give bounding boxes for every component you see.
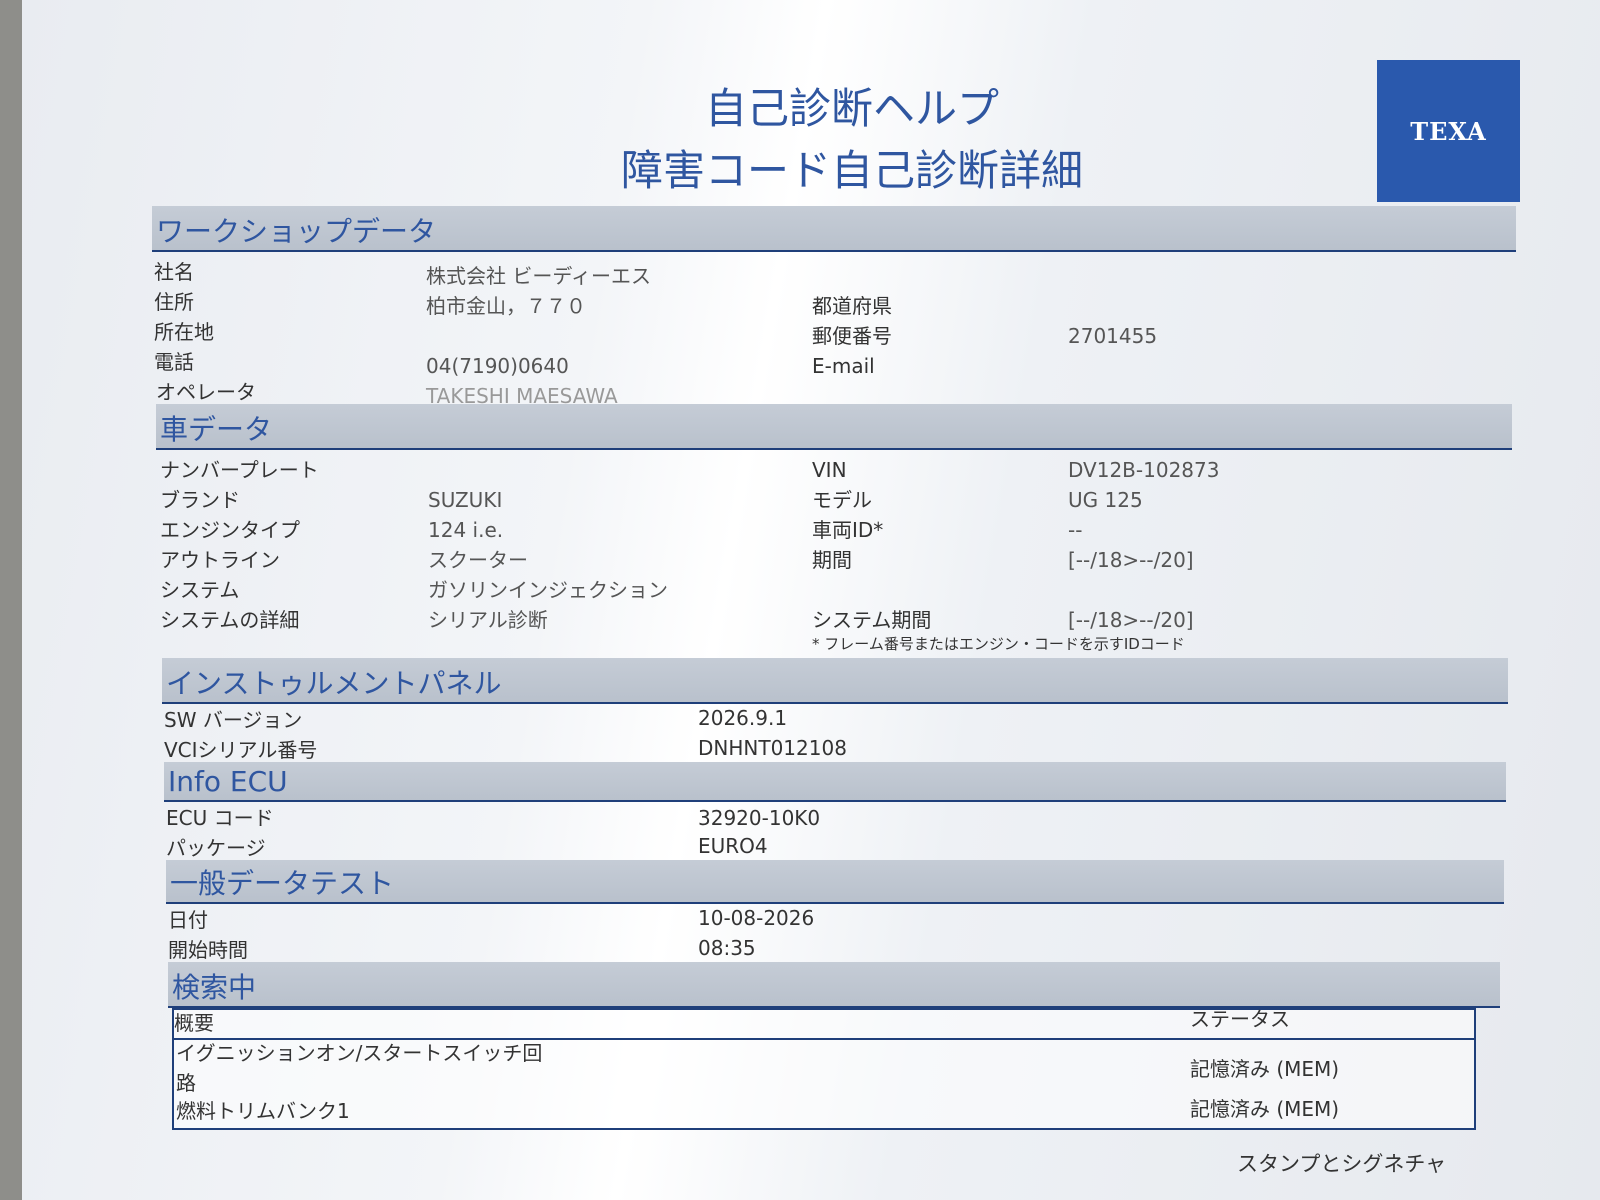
fault-status: 記憶済み (MEM) (1190, 1097, 1340, 1121)
vehicle-id-footnote: * フレーム番号またはエンジン・コードを示すIDコード (812, 635, 1185, 653)
fault-summary-line2: 路 (176, 1071, 196, 1095)
section-ecu: Info ECU (164, 762, 1506, 802)
section-general-heading: 一般データテスト (170, 867, 395, 900)
section-instrument-heading: インストゥルメントパネル (166, 667, 502, 700)
vin-value: DV12B-102873 (1068, 458, 1220, 482)
vehicle-id-value: -- (1068, 518, 1083, 542)
system-value: ガソリンインジェクション (428, 578, 668, 602)
report-sheet: TEXA 自己診断ヘルプ 障害コード自己診断詳細 ワークショップデータ 社名 株… (22, 0, 1600, 1200)
vehicle-id-label: 車両ID* (812, 518, 884, 542)
date-value: 10-08-2026 (698, 906, 815, 930)
outline-label: アウトライン (160, 548, 280, 572)
company-value: 株式会社 ビーディーエス (426, 264, 651, 288)
address-value: 柏市金山，７７０ (426, 294, 586, 318)
ecu-code-label: ECU コード (166, 806, 274, 830)
fault-summary-line1: イグニッションオン/スタートスイッチ回 (176, 1041, 543, 1065)
date-label: 日付 (168, 908, 208, 932)
postal-label: 郵便番号 (812, 324, 892, 348)
sw-version-value: 2026.9.1 (698, 706, 788, 730)
texa-logo: TEXA (1377, 60, 1520, 202)
vin-label: VIN (812, 458, 847, 482)
section-search: 検索中 (168, 962, 1500, 1008)
period-label: 期間 (812, 548, 852, 572)
brand-label: ブランド (160, 488, 240, 512)
vci-serial-label: VCIシリアル番号 (164, 738, 318, 762)
system-detail-value: シリアル診断 (428, 608, 548, 632)
package-value: EURO4 (698, 834, 768, 858)
email-label: E-mail (812, 354, 875, 378)
fault-table: 概要 ステータス イグニッションオン/スタートスイッチ回 路 記憶済み (MEM… (172, 1007, 1476, 1130)
report-subtitle: 障害コード自己診断詳細 (620, 146, 1083, 195)
package-label: パッケージ (166, 836, 266, 860)
fault-status: 記憶済み (MEM) (1190, 1057, 1340, 1081)
operator-label: オペレータ (156, 380, 256, 404)
system-label: システム (160, 578, 240, 602)
vci-serial-value: DNHNT012108 (698, 736, 847, 760)
start-time-label: 開始時間 (168, 938, 248, 962)
location-label: 所在地 (154, 320, 214, 344)
prefecture-label: 都道府県 (812, 294, 892, 318)
ecu-code-value: 32920-10K0 (698, 806, 821, 830)
fault-table-header: 概要 ステータス (174, 1007, 1474, 1040)
section-vehicle: 車データ (156, 404, 1512, 450)
brand-value: SUZUKI (428, 488, 503, 512)
section-workshop-heading: ワークショップデータ (156, 215, 437, 248)
stamp-signature-label: スタンプとシグネチャ (1237, 1152, 1447, 1176)
sw-version-label: SW バージョン (164, 708, 303, 732)
fault-summary-line1: 燃料トリムバンク1 (176, 1099, 350, 1123)
model-value: UG 125 (1068, 488, 1143, 512)
section-workshop: ワークショップデータ (152, 206, 1516, 252)
phone-value: 04(7190)0640 (426, 354, 569, 378)
section-search-heading: 検索中 (172, 971, 257, 1004)
section-ecu-heading: Info ECU (168, 765, 288, 798)
company-label: 社名 (154, 260, 194, 284)
summary-column-header: 概要 (174, 1011, 214, 1035)
system-period-label: システム期間 (812, 608, 932, 632)
section-instrument: インストゥルメントパネル (162, 658, 1508, 704)
system-period-value: [--/18>--/20] (1068, 608, 1194, 632)
engine-value: 124 i.e. (428, 518, 504, 542)
outline-value: スクーター (428, 548, 528, 572)
postal-value: 2701455 (1068, 324, 1158, 348)
period-value: [--/18>--/20] (1068, 548, 1194, 572)
status-column-header: ステータス (1190, 1007, 1290, 1031)
start-time-value: 08:35 (698, 936, 756, 960)
system-detail-label: システムの詳細 (160, 608, 300, 632)
model-label: モデル (812, 488, 872, 512)
address-label: 住所 (154, 290, 194, 314)
phone-label: 電話 (154, 350, 194, 374)
engine-label: エンジンタイプ (160, 518, 300, 542)
section-general: 一般データテスト (166, 860, 1504, 904)
section-vehicle-heading: 車データ (160, 413, 273, 446)
plate-label: ナンバープレート (160, 458, 319, 482)
report-title: 自己診断ヘルプ (704, 84, 999, 133)
